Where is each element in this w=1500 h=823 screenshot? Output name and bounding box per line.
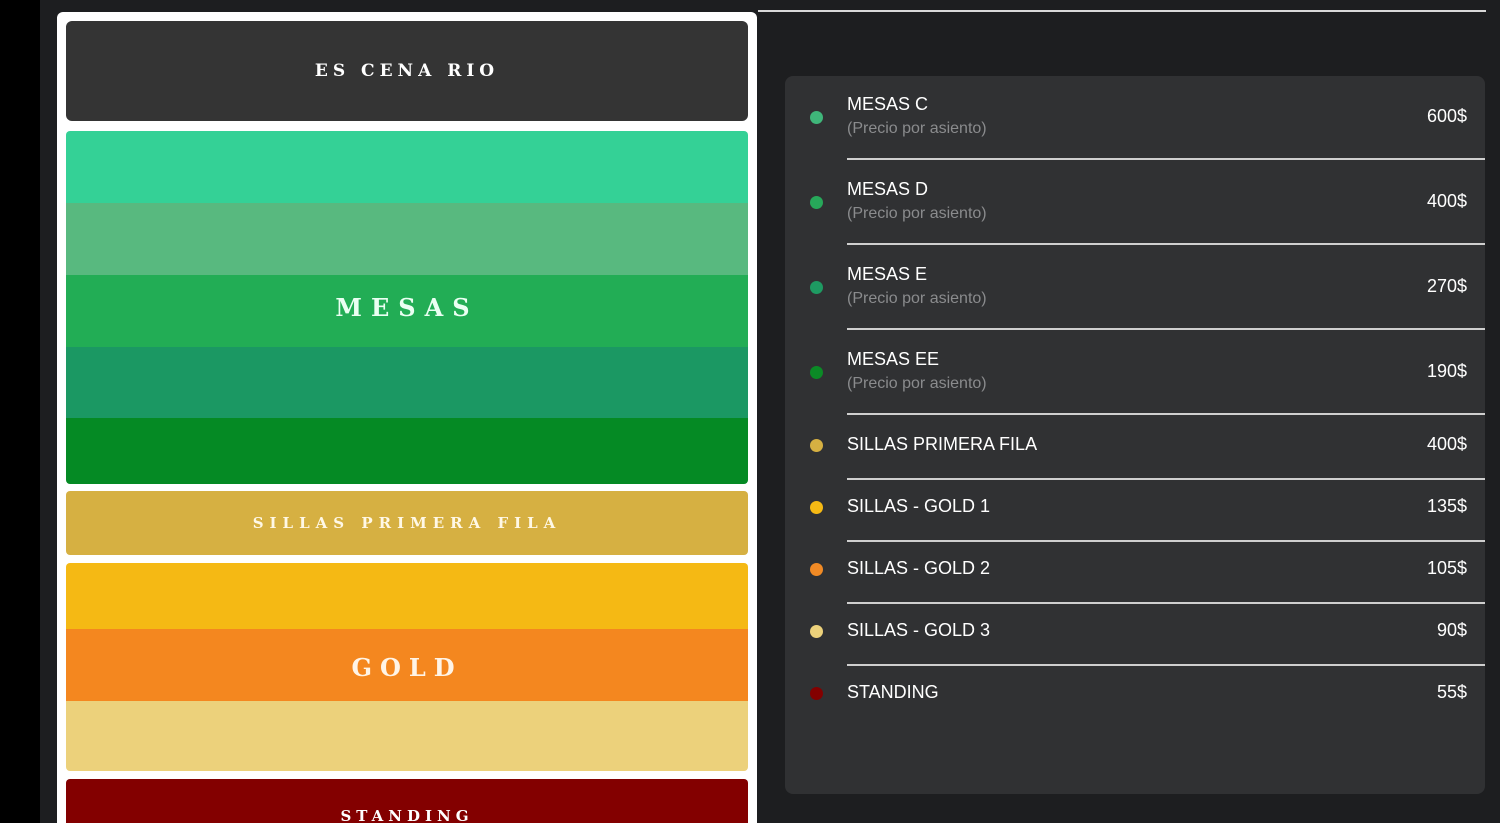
price-value: 105$ xyxy=(1426,558,1467,578)
zone-color-dot-icon xyxy=(810,281,823,294)
price-list-panel: MESAS C (Precio por asiento) 600$ MESAS D (P… xyxy=(785,76,1485,794)
price-value: 400$ xyxy=(1426,434,1467,454)
zone-mesas-label: MESAS xyxy=(335,293,479,322)
row-divider xyxy=(847,413,1485,415)
zone-color-dot-icon xyxy=(810,501,823,514)
price-row-subtitle: (Precio por asiento) xyxy=(847,205,987,222)
price-value: 55$ xyxy=(1436,682,1467,702)
row-divider xyxy=(847,328,1485,330)
price-row-subtitle: (Precio por asiento) xyxy=(847,290,987,307)
row-divider xyxy=(847,602,1485,604)
row-divider xyxy=(847,540,1485,542)
row-divider xyxy=(847,664,1485,666)
zone-gold-label: GOLD xyxy=(351,652,463,682)
price-row[interactable]: MESAS E (Precio por asiento) 270$ xyxy=(785,256,1485,330)
price-row[interactable]: MESAS EE (Precio por asiento) 190$ xyxy=(785,341,1485,415)
zone-color-dot-icon xyxy=(810,687,823,700)
price-value: 135$ xyxy=(1426,496,1467,516)
price-row[interactable]: SILLAS - GOLD 1 135$ xyxy=(785,488,1485,542)
price-row-name: STANDING xyxy=(847,682,939,702)
price-value: 600$ xyxy=(1426,106,1467,126)
price-row-name: SILLAS - GOLD 3 xyxy=(847,620,991,640)
stage-block: ES CENA RIO xyxy=(66,21,748,121)
price-row[interactable]: MESAS D (Precio por asiento) 400$ xyxy=(785,171,1485,245)
price-value: 270$ xyxy=(1426,276,1467,296)
price-row-name: SILLAS - GOLD 1 xyxy=(847,496,991,516)
price-value: 400$ xyxy=(1426,191,1467,211)
price-row[interactable]: SILLAS PRIMERA FILA 400$ xyxy=(785,426,1485,480)
zone-color-dot-icon xyxy=(810,111,823,124)
price-row-name: SILLAS PRIMERA FILA xyxy=(847,434,1038,454)
row-divider xyxy=(847,158,1485,160)
zone-gold[interactable]: GOLD xyxy=(66,563,748,771)
row-divider xyxy=(847,243,1485,245)
zone-color-dot-icon xyxy=(810,439,823,452)
price-row-name: MESAS E xyxy=(847,264,928,284)
zone-color-dot-icon xyxy=(810,366,823,379)
zone-mesas[interactable]: MESAS xyxy=(66,131,748,484)
zone-sillas-primera-fila[interactable]: SILLAS PRIMERA FILA xyxy=(66,491,748,555)
stage-label: ES CENA RIO xyxy=(314,61,500,81)
price-row-subtitle: (Precio por asiento) xyxy=(847,120,987,137)
zone-color-dot-icon xyxy=(810,563,823,576)
price-value: 90$ xyxy=(1436,620,1467,640)
price-row[interactable]: SILLAS - GOLD 3 90$ xyxy=(785,612,1485,666)
zone-standing-label: STANDING xyxy=(340,807,474,823)
row-divider xyxy=(847,478,1485,480)
price-row-subtitle: (Precio por asiento) xyxy=(847,375,987,392)
zone-color-dot-icon xyxy=(810,625,823,638)
price-row-name: MESAS D xyxy=(847,179,929,199)
price-row-name: MESAS EE xyxy=(847,349,940,369)
zone-color-dot-icon xyxy=(810,196,823,209)
price-value: 190$ xyxy=(1426,361,1467,381)
zone-standing[interactable]: STANDING xyxy=(66,779,748,823)
left-edge-strip xyxy=(0,0,40,823)
price-row-name: SILLAS - GOLD 2 xyxy=(847,558,991,578)
top-divider xyxy=(758,10,1486,12)
price-row-name: MESAS C xyxy=(847,94,929,114)
price-row[interactable]: MESAS C (Precio por asiento) 600$ xyxy=(785,86,1485,160)
price-row[interactable]: STANDING 55$ xyxy=(785,674,1485,714)
price-row[interactable]: SILLAS - GOLD 2 105$ xyxy=(785,550,1485,604)
zone-sillas-primera-fila-label: SILLAS PRIMERA FILA xyxy=(252,514,562,532)
